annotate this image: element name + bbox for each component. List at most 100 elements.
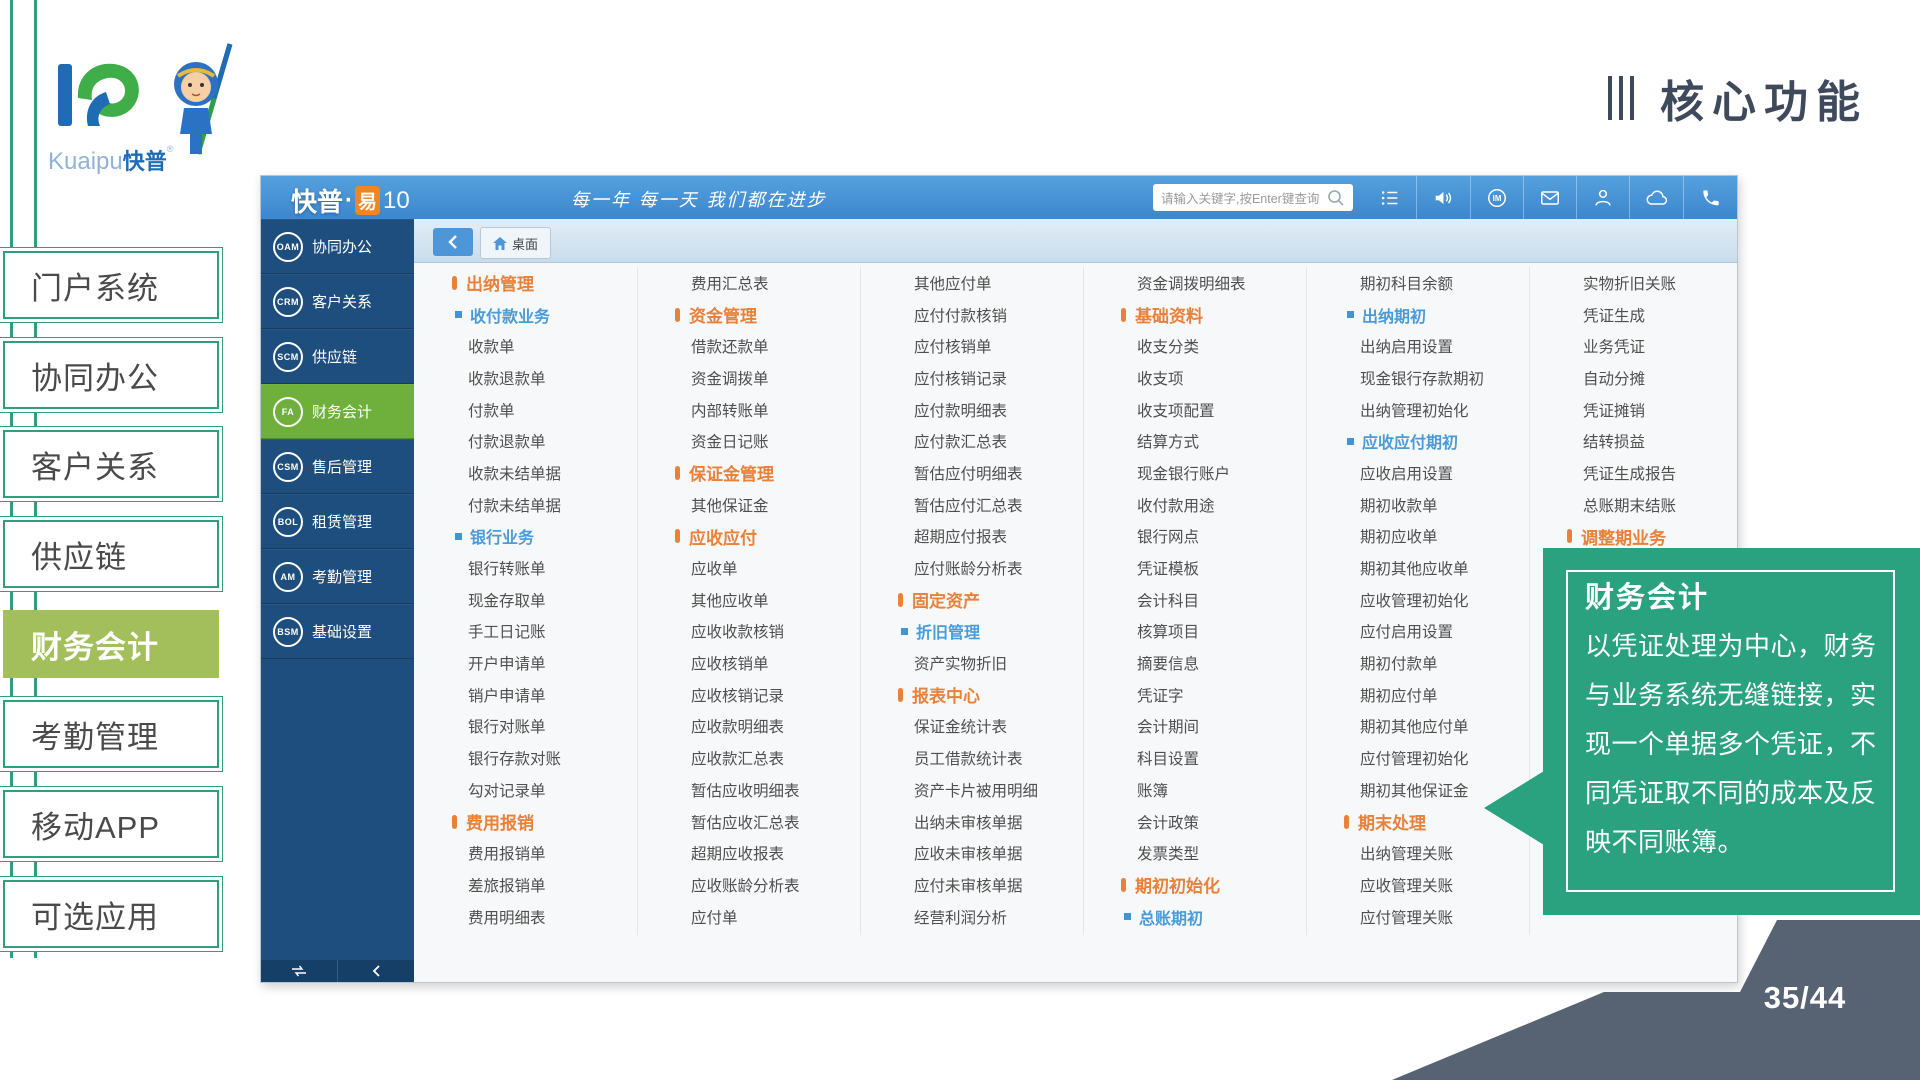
swap-icon[interactable] [261,960,337,982]
menu-item[interactable]: 应付启用设置 [1316,616,1539,648]
nav-item-4[interactable]: 供应链 [3,520,219,588]
menu-item[interactable]: 应收账龄分析表 [647,869,870,901]
menu-subgroup-header[interactable]: 应收应付期初 [1316,425,1539,457]
menu-item[interactable]: 科目设置 [1093,742,1316,774]
back-button[interactable] [433,228,473,256]
menu-item[interactable]: 出纳启用设置 [1316,330,1539,362]
nav-item-2[interactable]: 协同办公 [3,341,219,409]
menu-item[interactable]: 超期应付报表 [870,521,1093,553]
list-icon[interactable] [1364,176,1416,219]
menu-item[interactable]: 应收款汇总表 [647,742,870,774]
search-input[interactable]: 请输入关键字,按Enter键查询 [1153,184,1353,211]
nav-item-3[interactable]: 客户关系 [3,430,219,498]
menu-item[interactable]: 应收核销单 [647,647,870,679]
menu-item[interactable]: 勾对记录单 [424,774,647,806]
menu-item[interactable]: 保证金统计表 [870,711,1093,743]
menu-item[interactable]: 期初科目余额 [1316,267,1539,299]
menu-item[interactable]: 应付付款核销 [870,299,1093,331]
menu-item[interactable]: 应付账龄分析表 [870,552,1093,584]
menu-item[interactable]: 付款未结单据 [424,489,647,521]
nav-item-5[interactable]: 财务会计 [3,610,219,678]
menu-item[interactable]: 应收核销记录 [647,679,870,711]
menu-item[interactable]: 暂估应收明细表 [647,774,870,806]
menu-item[interactable]: 收款未结单据 [424,457,647,489]
menu-group-header[interactable]: 保证金管理 [647,457,870,489]
app-module-am[interactable]: AM考勤管理 [261,549,414,604]
menu-item[interactable]: 其他应付单 [870,267,1093,299]
app-module-bsm[interactable]: BSM基础设置 [261,604,414,659]
menu-subgroup-header[interactable]: 银行业务 [424,521,647,553]
menu-item[interactable]: 资金调拨明细表 [1093,267,1316,299]
menu-item[interactable]: 差旅报销单 [424,869,647,901]
menu-item[interactable]: 应收管理初始化 [1316,584,1539,616]
menu-item[interactable]: 业务凭证 [1539,330,1737,362]
tab-desktop[interactable]: 桌面 [480,227,551,259]
menu-item[interactable]: 暂估应付汇总表 [870,489,1093,521]
menu-group-header[interactable]: 资金管理 [647,299,870,331]
menu-group-header[interactable]: 应收应付 [647,521,870,553]
menu-item[interactable]: 现金存取单 [424,584,647,616]
menu-item[interactable]: 应收单 [647,552,870,584]
menu-group-header[interactable]: 报表中心 [870,679,1093,711]
menu-subgroup-header[interactable]: 出纳期初 [1316,299,1539,331]
menu-item[interactable]: 收付款用途 [1093,489,1316,521]
app-module-fa[interactable]: FA财务会计 [261,384,414,439]
menu-item[interactable]: 费用汇总表 [647,267,870,299]
menu-item[interactable]: 结转损益 [1539,425,1737,457]
menu-item[interactable]: 费用报销单 [424,837,647,869]
menu-item[interactable]: 凭证生成 [1539,299,1737,331]
nav-item-1[interactable]: 门户系统 [3,251,219,319]
menu-subgroup-header[interactable]: 总账期初 [1093,901,1316,933]
menu-group-header[interactable]: 费用报销 [424,806,647,838]
menu-item[interactable]: 银行网点 [1093,521,1316,553]
menu-item[interactable]: 收款退款单 [424,362,647,394]
mail-icon[interactable] [1523,176,1576,219]
menu-item[interactable]: 摘要信息 [1093,647,1316,679]
menu-item[interactable]: 付款退款单 [424,425,647,457]
menu-item[interactable]: 应收管理关账 [1316,869,1539,901]
menu-item[interactable]: 应付单 [647,901,870,933]
app-module-csm[interactable]: CSM售后管理 [261,439,414,494]
menu-item[interactable]: 期初付款单 [1316,647,1539,679]
menu-item[interactable]: 资金调拨单 [647,362,870,394]
menu-item[interactable]: 暂估应收汇总表 [647,806,870,838]
menu-item[interactable]: 应付管理初始化 [1316,742,1539,774]
menu-item[interactable]: 员工借款统计表 [870,742,1093,774]
speaker-icon[interactable] [1416,176,1469,219]
collapse-icon[interactable] [337,960,414,982]
menu-item[interactable]: 销户申请单 [424,679,647,711]
menu-group-header[interactable]: 期初初始化 [1093,869,1316,901]
menu-item[interactable]: 开户申请单 [424,647,647,679]
menu-item[interactable]: 应收启用设置 [1316,457,1539,489]
menu-item[interactable]: 凭证生成报告 [1539,457,1737,489]
menu-item[interactable]: 资产卡片被用明细 [870,774,1093,806]
menu-item[interactable]: 账簿 [1093,774,1316,806]
menu-item[interactable]: 暂估应付明细表 [870,457,1093,489]
user-icon[interactable] [1576,176,1629,219]
menu-item[interactable]: 凭证模板 [1093,552,1316,584]
menu-item[interactable]: 会计期间 [1093,711,1316,743]
menu-item[interactable]: 收支项 [1093,362,1316,394]
nav-item-8[interactable]: 可选应用 [3,880,219,948]
menu-item[interactable]: 自动分摊 [1539,362,1737,394]
menu-item[interactable]: 应付核销记录 [870,362,1093,394]
menu-item[interactable]: 出纳管理初始化 [1316,394,1539,426]
menu-item[interactable]: 期初应付单 [1316,679,1539,711]
menu-subgroup-header[interactable]: 收付款业务 [424,299,647,331]
menu-item[interactable]: 内部转账单 [647,394,870,426]
menu-item[interactable]: 资产实物折旧 [870,647,1093,679]
menu-item[interactable]: 银行转账单 [424,552,647,584]
nav-item-6[interactable]: 考勤管理 [3,700,219,768]
menu-item[interactable]: 会计科目 [1093,584,1316,616]
app-module-bol[interactable]: BOL租赁管理 [261,494,414,549]
menu-group-header[interactable]: 固定资产 [870,584,1093,616]
menu-item[interactable]: 凭证字 [1093,679,1316,711]
menu-item[interactable]: 经营利润分析 [870,901,1093,933]
menu-item[interactable]: 期初收款单 [1316,489,1539,521]
menu-item[interactable]: 应收款明细表 [647,711,870,743]
menu-item[interactable]: 费用明细表 [424,901,647,933]
menu-subgroup-header[interactable]: 折旧管理 [870,616,1093,648]
menu-item[interactable]: 付款单 [424,394,647,426]
menu-item[interactable]: 核算项目 [1093,616,1316,648]
menu-item[interactable]: 发票类型 [1093,837,1316,869]
